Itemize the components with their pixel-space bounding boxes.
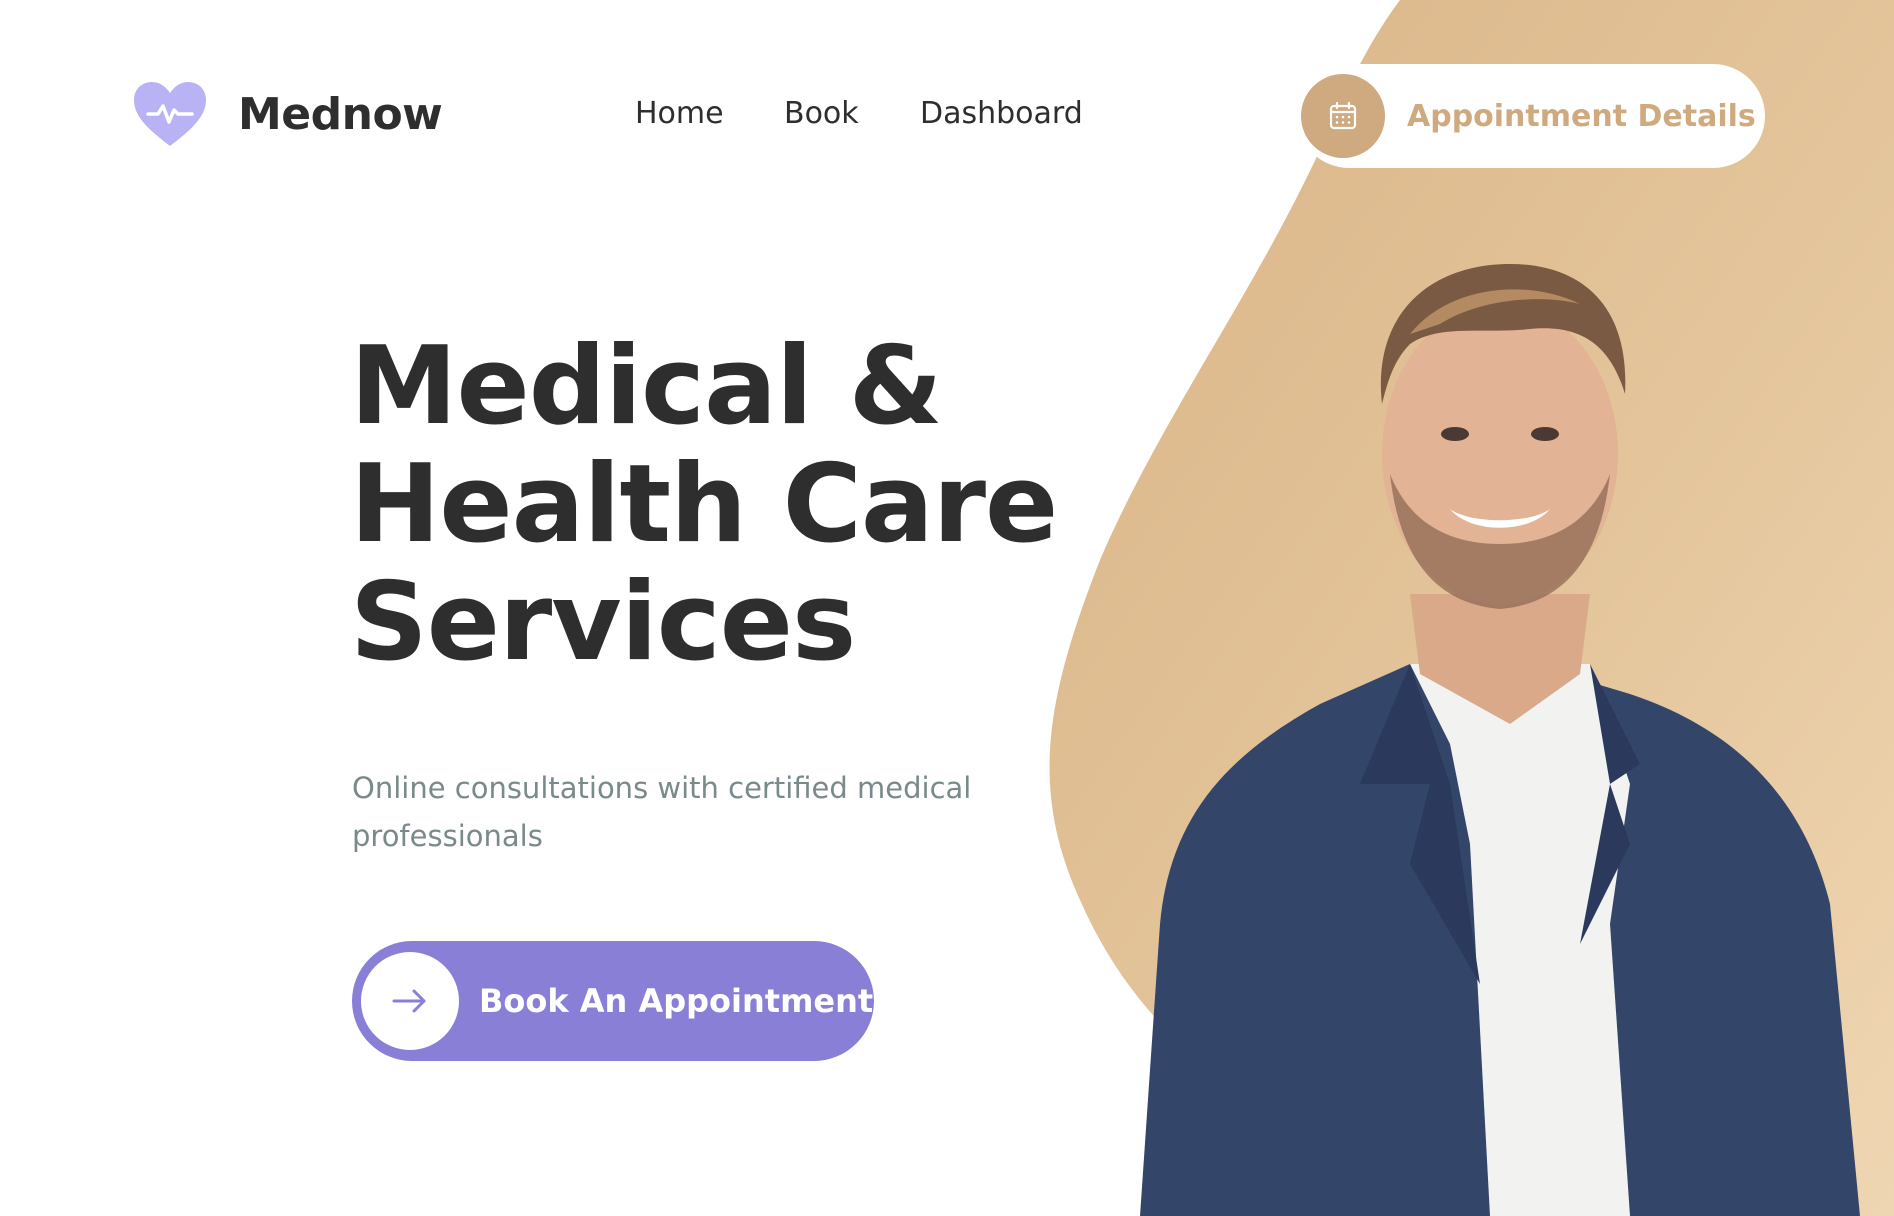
hero-title-line-3: Services [350,560,856,685]
hero-title: Medical & Health Care Services [350,328,1070,682]
nav-book[interactable]: Book [784,96,859,131]
logo[interactable]: Mednow [132,80,443,148]
heart-pulse-icon [134,82,206,146]
nav-home[interactable]: Home [635,96,724,131]
hero-title-line-1: Medical & [350,324,943,449]
nav-dashboard[interactable]: Dashboard [920,96,1083,131]
cta-icon-circle [361,952,459,1050]
book-appointment-label: Book An Appointment [479,982,874,1020]
arrow-right-icon [392,989,426,1013]
hero-title-line-2: Health Care [350,442,1058,567]
hero-subtitle: Online consultations with certified medi… [352,771,972,853]
hero-person-image [1140,264,1860,1216]
calendar-icon [1329,101,1357,130]
appointment-icon-circle [1301,74,1385,158]
brand-name: Mednow [238,88,443,140]
appointment-details-label: Appointment Details [1407,98,1756,134]
appointment-details-button[interactable]: Appointment Details [1297,64,1765,168]
book-appointment-button[interactable]: Book An Appointment [352,941,874,1061]
